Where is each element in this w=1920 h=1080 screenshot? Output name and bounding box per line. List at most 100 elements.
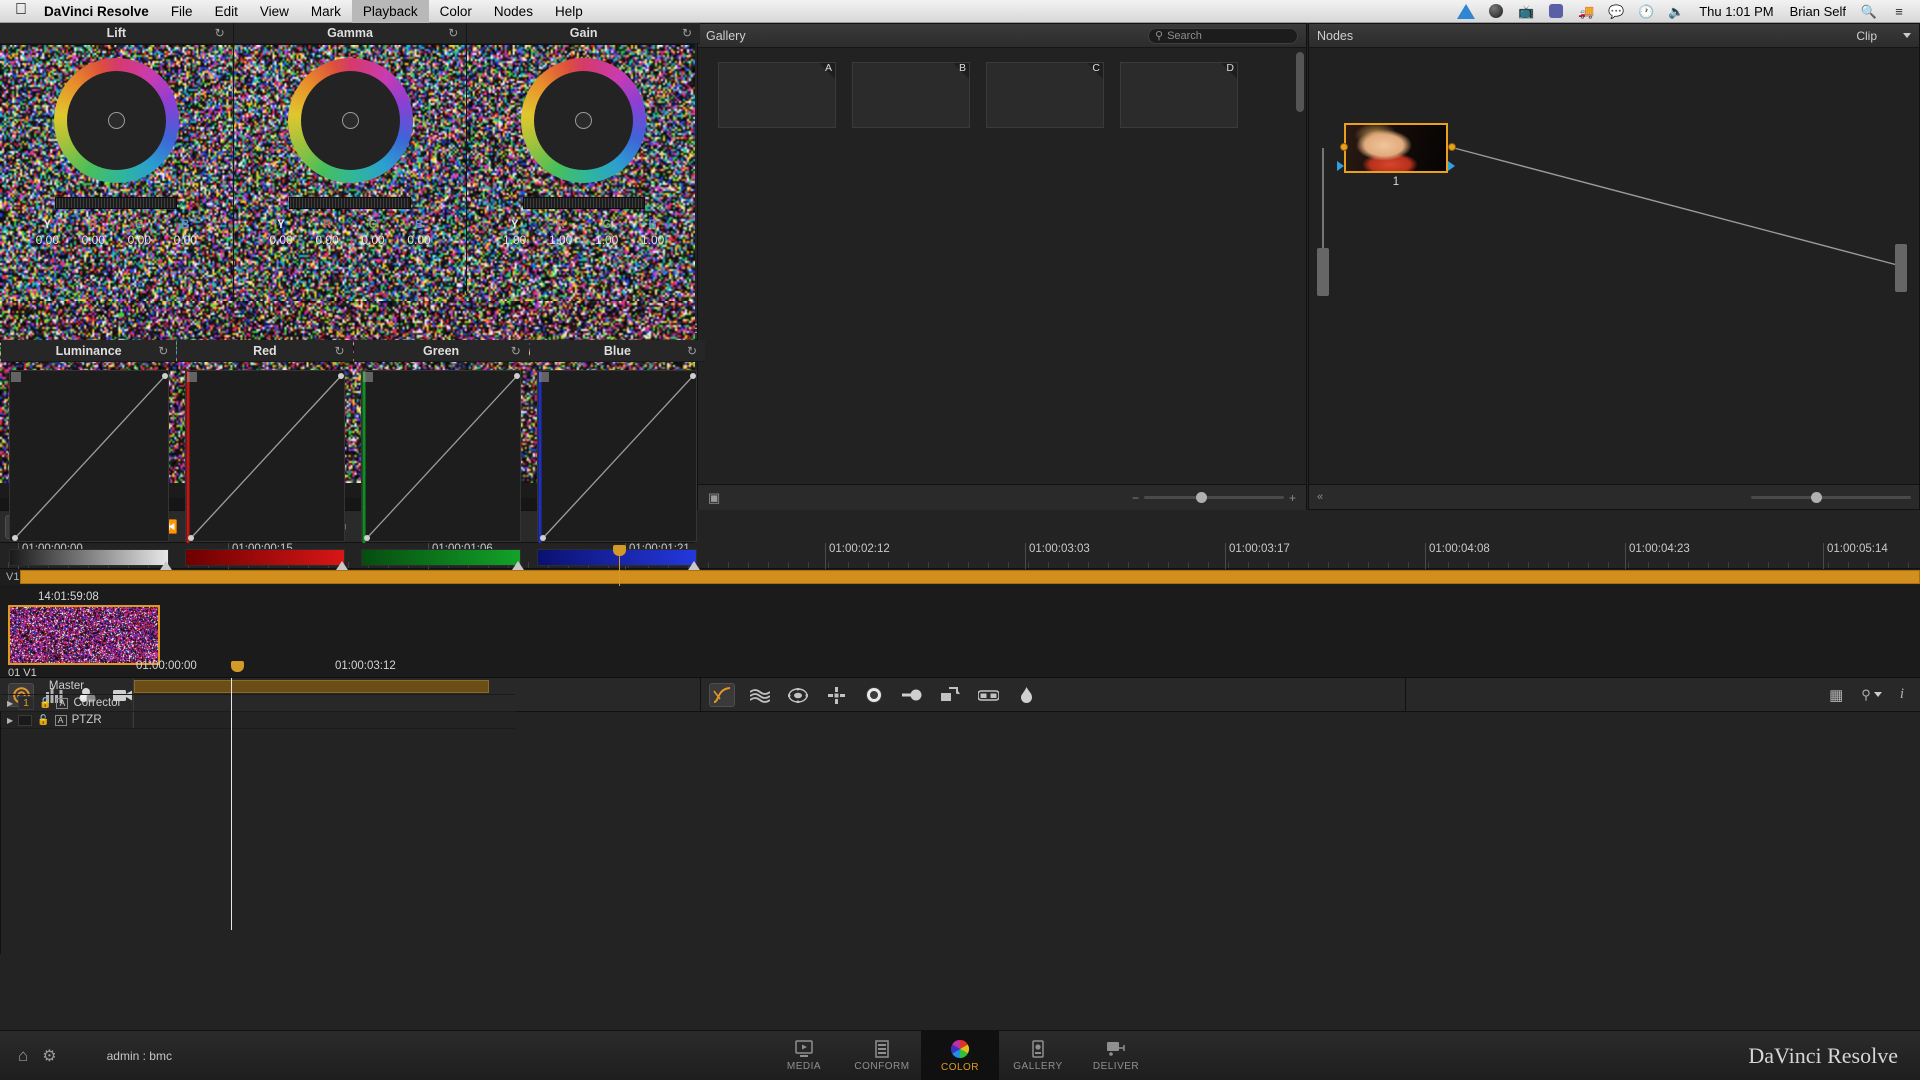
luminance-graph[interactable] (9, 370, 169, 542)
lift-value-y[interactable]: 0.00 (24, 233, 70, 247)
gallery-search-input[interactable]: ⚲ Search (1148, 28, 1298, 44)
page-tab-deliver[interactable]: DELIVER (1077, 1031, 1155, 1080)
info-icon[interactable]: i (1900, 686, 1904, 703)
keyframes-playhead-handle[interactable] (231, 661, 244, 672)
lift-master-slider[interactable] (55, 197, 177, 209)
red-slider-handle[interactable] (336, 561, 348, 570)
green-gradient-bar[interactable] (361, 549, 521, 566)
list-icon[interactable]: ≡ (1884, 0, 1914, 23)
gain-value-b[interactable]: 1.00 (630, 233, 676, 247)
search-icon[interactable]: 🔍 (1854, 0, 1884, 23)
page-tab-conform[interactable]: CONFORM (843, 1031, 921, 1080)
page-tab-color[interactable]: COLOR (921, 1031, 999, 1080)
clip-thumbnail-image[interactable] (8, 605, 160, 665)
menu-app-name[interactable]: DaVinci Resolve (42, 0, 160, 23)
menu-item-view[interactable]: View (249, 0, 300, 23)
lift-value-b[interactable]: 0.00 (162, 233, 208, 247)
gamma-value-y[interactable]: 0.00 (258, 233, 304, 247)
gamma-master-slider[interactable] (289, 197, 411, 209)
gallery-still-d[interactable]: D (1120, 62, 1238, 128)
gallery-zoom-track[interactable] (1144, 496, 1284, 499)
gain-wheel-hub[interactable] (575, 112, 592, 129)
luminance-gradient-bar[interactable] (9, 549, 169, 566)
page-tab-media[interactable]: MEDIA (765, 1031, 843, 1080)
search-icon[interactable]: ⚲ (1861, 687, 1882, 703)
color-wheel-gain[interactable]: Gain ↻ Y 1.00 R 1.00 G 1.00 B 1.00 (467, 22, 700, 294)
menu-item-file[interactable]: File (160, 0, 204, 23)
gain-value-y[interactable]: 1.00 (492, 233, 538, 247)
grid-icon[interactable]: ▦ (1829, 686, 1843, 704)
color-wheel-gamma[interactable]: Gamma ↻ Y 0.00 R 0.00 G 0.00 B 0.00 (234, 22, 468, 294)
keyframes-master-lane[interactable] (133, 678, 515, 694)
keyframes-master-row[interactable]: Master (1, 678, 515, 695)
red-gradient-bar[interactable] (185, 549, 345, 566)
page-tab-gallery[interactable]: GALLERY (999, 1031, 1077, 1080)
reset-icon[interactable]: ↻ (687, 344, 697, 358)
nodes-zoom-slider[interactable] (1751, 496, 1911, 499)
apple-menu-icon[interactable]:  (0, 2, 42, 21)
reset-icon[interactable]: ↻ (215, 26, 225, 40)
keyframes-anim-icon[interactable]: A (55, 715, 67, 726)
expand-arrow-icon[interactable]: ▶ (7, 716, 13, 725)
clock-icon[interactable]: 🕐 (1631, 0, 1661, 23)
home-icon[interactable]: ⌂ (18, 1046, 28, 1066)
nodes-canvas[interactable]: 1 (1309, 48, 1919, 485)
menu-item-nodes[interactable]: Nodes (483, 0, 544, 23)
gallery-still-a[interactable]: A (718, 62, 836, 128)
node-source-handle[interactable] (1317, 248, 1329, 296)
menu-item-playback[interactable]: Playback (352, 0, 429, 23)
gear-icon[interactable]: ⚙ (42, 1046, 56, 1066)
ruler-playhead-handle[interactable] (613, 545, 626, 556)
keyframes-ptzr-name-cell[interactable]: ▶ 🔓 A PTZR (1, 712, 133, 728)
volume-icon[interactable]: 🔈 (1661, 0, 1691, 23)
expand-arrow-icon[interactable]: ▶ (7, 699, 13, 708)
reset-icon[interactable]: ↻ (334, 344, 344, 358)
lift-wheel[interactable] (54, 58, 179, 183)
node-1-input-port[interactable] (1340, 143, 1348, 151)
menu-bar-user[interactable]: Brian Self (1782, 4, 1854, 19)
lift-value-r[interactable]: 0.00 (70, 233, 116, 247)
reset-icon[interactable]: ↻ (511, 344, 521, 358)
keyframes-ruler[interactable]: 01:00:00:00 01:00:03:12 (133, 658, 515, 677)
nodes-zoom-knob[interactable] (1811, 492, 1822, 503)
gallery-zoom-slider[interactable]: − + (1132, 491, 1296, 505)
keyframes-row-corrector[interactable]: ▶ 1 🔓 A Corrector (1, 695, 515, 712)
menu-bar-clock[interactable]: Thu 1:01 PM (1691, 4, 1781, 19)
lift-value-g[interactable]: 0.00 (116, 233, 162, 247)
luminance-slider-handle[interactable] (160, 561, 172, 570)
gain-wheel[interactable] (521, 58, 646, 183)
lock-icon[interactable]: 🔓 (39, 698, 51, 709)
collapse-left-icon[interactable]: « (1317, 491, 1323, 503)
gamma-value-r[interactable]: 0.00 (304, 233, 350, 247)
gain-value-g[interactable]: 1.00 (584, 233, 630, 247)
keyframes-playhead[interactable] (231, 678, 232, 930)
gain-master-slider[interactable] (523, 197, 645, 209)
power-window-icon[interactable] (785, 683, 811, 707)
blue-graph[interactable] (537, 370, 697, 542)
nodes-zoom-track[interactable] (1751, 496, 1911, 499)
gallery-scrollbar[interactable] (1296, 52, 1304, 112)
menu-item-color[interactable]: Color (429, 0, 483, 23)
gallery-zoom-knob[interactable] (1196, 492, 1207, 503)
green-slider-handle[interactable] (512, 561, 524, 570)
gallery-still-c[interactable]: C (986, 62, 1104, 128)
stereo-icon[interactable] (975, 683, 1001, 707)
node-output-handle[interactable] (1895, 244, 1907, 292)
reset-icon[interactable]: ↻ (448, 26, 458, 40)
square-icon[interactable] (1541, 4, 1571, 18)
triangle-icon[interactable] (1451, 4, 1481, 19)
lift-wheel-hub[interactable] (108, 112, 125, 129)
reset-icon[interactable]: ↻ (158, 344, 168, 358)
key-icon[interactable] (899, 683, 925, 707)
green-graph[interactable] (361, 370, 521, 542)
airplay-icon[interactable]: 📺 (1511, 0, 1541, 23)
qualifier-icon[interactable] (747, 683, 773, 707)
chat-icon[interactable]: 💬 (1601, 0, 1631, 23)
keyframes-row-ptzr[interactable]: ▶ 🔓 A PTZR (1, 712, 515, 729)
gain-value-r[interactable]: 1.00 (538, 233, 584, 247)
timeline-clip-bar[interactable] (20, 570, 1920, 584)
node-1-key-output-icon[interactable] (1448, 161, 1455, 171)
gallery-zoom-in-label[interactable]: + (1289, 491, 1296, 505)
color-wheel-lift[interactable]: Lift ↻ Y 0.00 R 0.00 G 0.00 B 0.00 (0, 22, 234, 294)
menu-item-edit[interactable]: Edit (204, 0, 249, 23)
